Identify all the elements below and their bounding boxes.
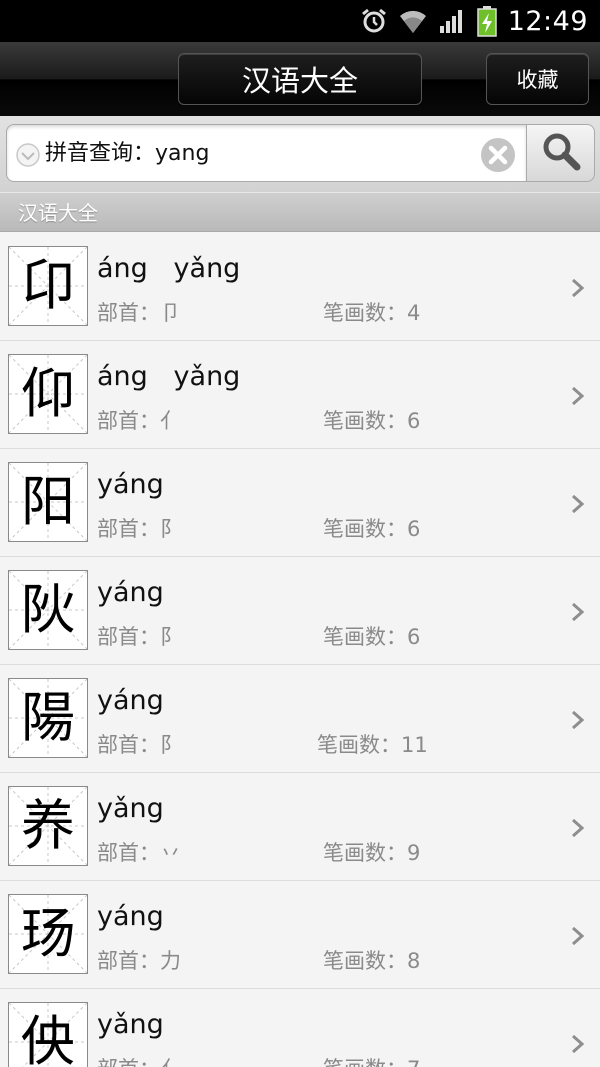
chevron-right-icon: [570, 277, 586, 303]
alarm-icon: [360, 7, 388, 35]
radical: 部首：力: [97, 949, 181, 973]
pinyin: yáng: [97, 577, 164, 608]
character-glyph: 阦: [21, 578, 75, 641]
chevron-right-icon: [570, 925, 586, 951]
pinyin: áng yǎng: [97, 253, 241, 284]
signal-icon: [438, 7, 466, 35]
search-input[interactable]: 拼音查询：yang: [6, 124, 526, 182]
character-grid-box: 玚: [8, 894, 88, 974]
status-icons: 12:49: [360, 0, 588, 42]
radical: 部首：卩: [97, 301, 181, 325]
list-item[interactable]: 仰 áng yǎng 部首：亻 笔画数：6: [0, 341, 600, 449]
chevron-right-icon: [570, 493, 586, 519]
character-grid-box: 陽: [8, 678, 88, 758]
pinyin: yáng: [97, 901, 164, 932]
pinyin: yáng: [97, 685, 164, 716]
stroke-count: 笔画数：7: [323, 1053, 420, 1067]
section-title: 汉语大全: [18, 201, 98, 225]
character-glyph: 仰: [21, 362, 75, 425]
clear-icon[interactable]: [480, 137, 516, 177]
stroke-count: 笔画数：11: [317, 733, 428, 757]
search-button[interactable]: [526, 124, 595, 182]
character-grid-box: 卬: [8, 246, 88, 326]
pinyin: yǎng: [97, 793, 164, 824]
character-glyph: 阳: [21, 470, 75, 533]
search-bar: 拼音查询：yang: [0, 116, 600, 192]
list-item[interactable]: 陽 yáng 部首：阝 笔画数：11: [0, 665, 600, 773]
stroke-count: 笔画数：6: [323, 409, 421, 433]
stroke-count: 笔画数：8: [323, 949, 421, 973]
character-grid-box: 养: [8, 786, 88, 866]
radical: 部首：亻: [97, 409, 181, 433]
stroke-count: 笔画数：4: [323, 301, 421, 325]
favorites-button[interactable]: 收藏: [486, 53, 589, 105]
chevron-right-icon: [570, 601, 586, 627]
battery-charging-icon: [476, 5, 498, 37]
chevron-right-icon: [570, 1033, 586, 1059]
list-item[interactable]: 玚 yáng 部首：力 笔画数：8: [0, 881, 600, 989]
search-query-text[interactable]: 拼音查询：yang: [45, 125, 209, 183]
radical: 部首：亻: [97, 1053, 181, 1067]
title-box: 汉语大全: [178, 53, 422, 105]
wifi-icon: [398, 7, 428, 35]
stroke-count: 笔画数：6: [323, 517, 421, 541]
radical: 部首：阝: [97, 517, 181, 541]
character-list: 卬 áng yǎng 部首：卩 笔画数：4 仰 áng yǎng 部首：亻 笔画…: [0, 233, 600, 1067]
list-item[interactable]: 卬 áng yǎng 部首：卩 笔画数：4: [0, 233, 600, 341]
character-glyph: 陽: [21, 686, 75, 749]
search-icon: [540, 130, 582, 176]
status-time: 12:49: [507, 5, 588, 37]
radical: 部首：阝: [97, 625, 181, 649]
character-grid-box: 阦: [8, 570, 88, 650]
list-item[interactable]: 阦 yáng 部首：阝 笔画数：6: [0, 557, 600, 665]
character-grid-box: 佒: [8, 1002, 88, 1067]
character-glyph: 佒: [21, 1010, 75, 1067]
pinyin: áng yǎng: [97, 361, 241, 392]
page-title: 汉语大全: [241, 64, 358, 98]
list-item[interactable]: 养 yǎng 部首：丷 笔画数：9: [0, 773, 600, 881]
section-header: 汉语大全: [0, 192, 600, 232]
radical: 部首：阝: [97, 733, 181, 757]
dropdown-circle-icon[interactable]: [15, 142, 41, 172]
list-item[interactable]: 佒 yǎng 部首：亻 笔画数：7: [0, 989, 600, 1067]
character-grid-box: 仰: [8, 354, 88, 434]
pinyin: yáng: [97, 469, 164, 500]
stroke-count: 笔画数：9: [323, 841, 421, 865]
character-grid-box: 阳: [8, 462, 88, 542]
radical: 部首：丷: [97, 841, 181, 865]
title-bar: 汉语大全 收藏: [0, 42, 600, 116]
character-glyph: 养: [21, 794, 75, 857]
status-bar: 12:49: [0, 0, 600, 42]
character-glyph: 玚: [21, 902, 75, 965]
chevron-right-icon: [570, 385, 586, 411]
pinyin: yǎng: [97, 1009, 164, 1040]
chevron-right-icon: [570, 817, 586, 843]
character-glyph: 卬: [21, 254, 75, 317]
chevron-right-icon: [570, 709, 586, 735]
stroke-count: 笔画数：6: [323, 625, 421, 649]
list-item[interactable]: 阳 yáng 部首：阝 笔画数：6: [0, 449, 600, 557]
